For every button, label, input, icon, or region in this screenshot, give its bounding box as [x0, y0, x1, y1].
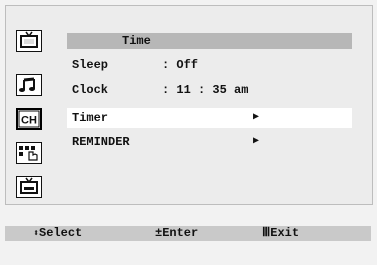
tv-osd-frame: CH Time Sleep : Off Clock: 11: 35 am T… [0, 0, 377, 265]
help-bar: ⬍Select ±Enter ⅢExit [5, 226, 371, 241]
picture-icon[interactable] [16, 30, 42, 52]
menu-item-value: : 11 : 35 am [162, 83, 249, 97]
submenu-arrow-icon: ▶ [253, 112, 260, 123]
menu-item-timer[interactable]: Timer ▶ [67, 108, 352, 128]
select-label: Select [39, 226, 83, 240]
menu-item-value: : Off [162, 58, 199, 72]
menu-item-clock[interactable]: Clock : 11 : 35 am [67, 80, 352, 100]
menu-title: Time [67, 33, 352, 49]
input-icon[interactable] [16, 176, 42, 198]
exit-hint: ⅢExit [262, 226, 299, 241]
channel-icon[interactable]: CH [16, 108, 42, 130]
menu-item-label: Timer [72, 111, 109, 125]
select-hint: ⬍Select [33, 226, 82, 242]
function-icon[interactable] [16, 142, 42, 164]
channel-icon-label: CH [21, 115, 37, 127]
enter-label: Enter [162, 226, 199, 240]
exit-label: Exit [270, 226, 300, 240]
menu-item-label: Sleep [72, 58, 109, 72]
menu-item-reminder[interactable]: REMINDER ▶ [67, 132, 352, 152]
enter-hint: ±Enter [155, 226, 198, 241]
menu-item-sleep[interactable]: Sleep : Off [67, 55, 352, 75]
menu-item-label: Clock [72, 83, 109, 97]
sound-icon[interactable] [16, 74, 42, 96]
submenu-arrow-icon: ▶ [253, 136, 260, 147]
menu-item-label: REMINDER [72, 135, 130, 149]
